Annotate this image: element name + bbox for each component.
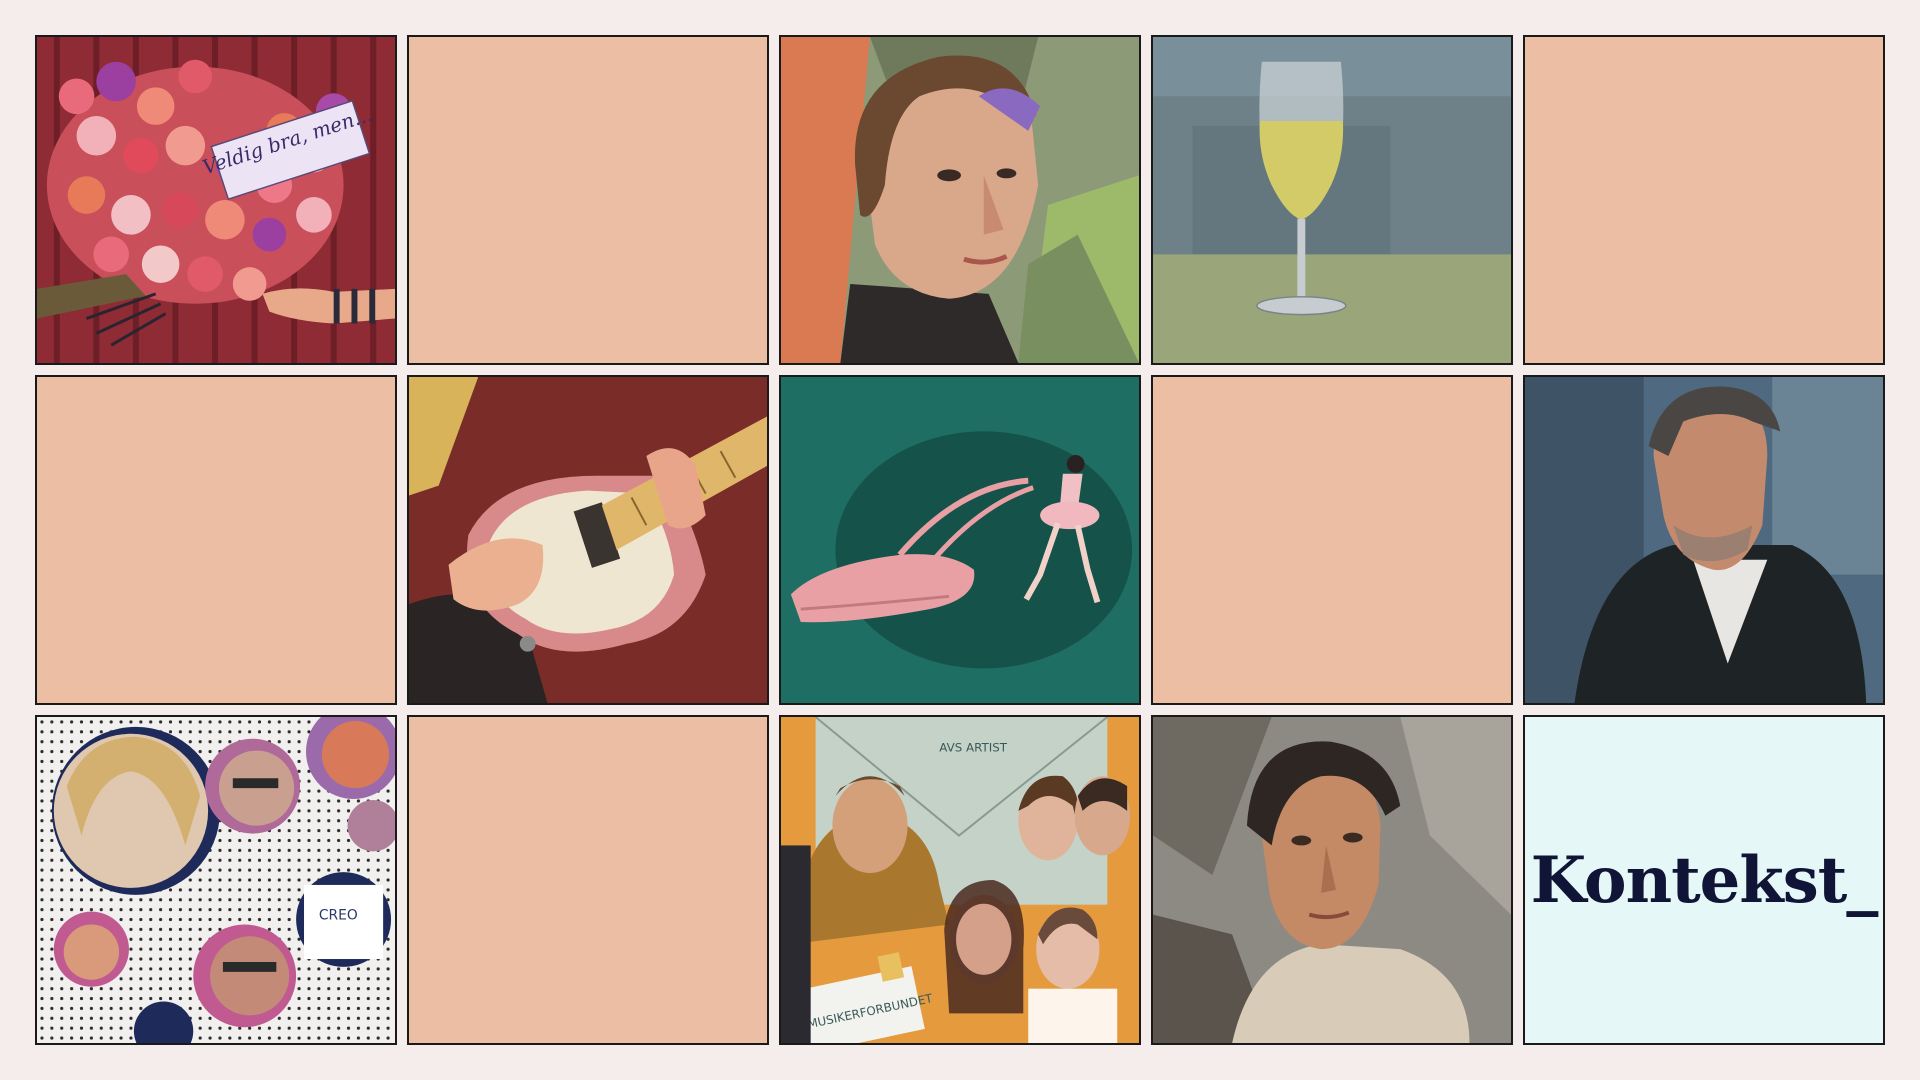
tile-people-collage[interactable]: CREO bbox=[35, 715, 397, 1045]
blank-tile bbox=[1151, 375, 1513, 705]
tile-woman-portrait[interactable] bbox=[779, 35, 1141, 365]
tile-guitar-illustration[interactable] bbox=[407, 375, 769, 705]
group-collage: AVS ARTIST MUSIKERFORBUNDET bbox=[781, 717, 1139, 1043]
tile-ballet-illustration[interactable] bbox=[779, 375, 1141, 705]
ballet-illustration bbox=[781, 377, 1139, 703]
guitar-illustration bbox=[409, 377, 767, 703]
tile-man-portrait[interactable] bbox=[1523, 375, 1885, 705]
tile-flowers-illustration[interactable]: Veldig bra, men... bbox=[35, 35, 397, 365]
woman-portrait-illustration bbox=[781, 37, 1139, 363]
creo-label: CREO bbox=[319, 908, 358, 924]
tile-young-man-portrait[interactable] bbox=[1151, 715, 1513, 1045]
tile-wine-glass[interactable] bbox=[1151, 35, 1513, 365]
wine-glass-illustration bbox=[1153, 37, 1511, 363]
blank-tile bbox=[35, 375, 397, 705]
blank-tile bbox=[407, 715, 769, 1045]
blank-tile bbox=[407, 35, 769, 365]
people-collage: CREO bbox=[37, 717, 395, 1043]
flowers-illustration: Veldig bra, men... bbox=[37, 37, 395, 363]
kontekst-logo-tile[interactable]: Kontekst_ bbox=[1523, 715, 1885, 1045]
tile-grid: Veldig bra, men... CREO AVS ARTIST MUSIK… bbox=[35, 35, 1885, 1045]
kontekst-logo: Kontekst_ bbox=[1530, 842, 1879, 918]
man-portrait-illustration bbox=[1525, 377, 1883, 703]
young-man-portrait-illustration bbox=[1153, 717, 1511, 1043]
letter-label: AVS ARTIST bbox=[939, 741, 1008, 755]
blank-tile bbox=[1523, 35, 1885, 365]
tile-group-collage[interactable]: AVS ARTIST MUSIKERFORBUNDET bbox=[779, 715, 1141, 1045]
